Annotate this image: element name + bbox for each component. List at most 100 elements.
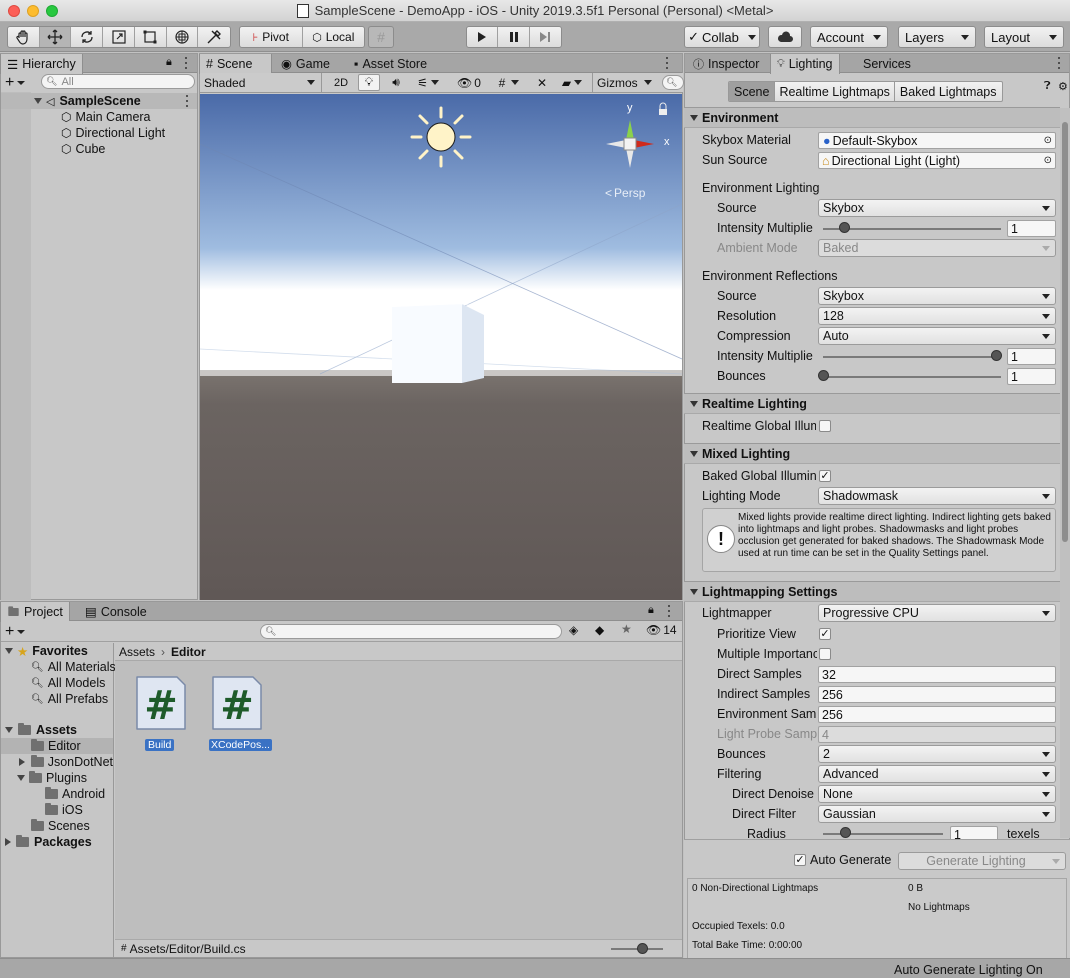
project-search-input[interactable]: 🔍︎ <box>260 624 562 639</box>
favorite-star-icon[interactable]: ★ <box>621 622 632 636</box>
folder-item-ios[interactable]: iOS <box>45 802 83 818</box>
breadcrumb-editor[interactable]: Editor <box>171 645 206 659</box>
custom-tool-icon[interactable] <box>198 27 230 47</box>
multiple-importance-checkbox[interactable] <box>819 648 831 660</box>
refl-bounces-slider[interactable] <box>818 370 829 381</box>
create-dropdown[interactable]: + <box>5 74 26 91</box>
assets-header[interactable]: Assets <box>5 722 77 738</box>
move-icon[interactable] <box>39 27 72 47</box>
environment-section-header[interactable]: Environment <box>684 107 1060 128</box>
expand-icon[interactable] <box>17 775 25 781</box>
refl-intensity-slider[interactable] <box>991 350 1002 361</box>
refl-source-dropdown[interactable]: Skybox <box>818 287 1056 305</box>
hidden-packages-toggle[interactable]: 👁︎ 14 <box>646 623 677 637</box>
play-button[interactable] <box>467 27 499 47</box>
pivot-button[interactable]: ⊦ Pivot <box>240 27 303 47</box>
tab-asset-store[interactable]: ▪ Asset Store <box>348 54 433 73</box>
more-options-icon[interactable] <box>185 57 188 69</box>
object-picker-icon[interactable]: ⊙ <box>1044 155 1052 166</box>
asset-file-build[interactable]: # Build <box>133 673 189 753</box>
radius-input[interactable]: 1 <box>950 826 998 839</box>
tab-hierarchy[interactable]: ☰ Hierarchy <box>0 54 83 74</box>
2d-toggle[interactable]: 2D <box>328 73 354 92</box>
refl-intensity-input[interactable]: 1 <box>1007 348 1056 365</box>
source-dropdown[interactable]: Skybox <box>818 199 1056 217</box>
skybox-field[interactable]: ● Default-Skybox ⊙ <box>818 132 1056 149</box>
expand-icon[interactable] <box>5 727 13 733</box>
filter-label-icon[interactable]: ◆ <box>595 623 604 637</box>
tools-button[interactable]: ✕ <box>532 73 552 92</box>
lightmapping-section-header[interactable]: Lightmapping Settings <box>684 581 1060 602</box>
rect-icon[interactable] <box>135 27 167 47</box>
folder-item-jsondotnet[interactable]: JsonDotNet <box>19 754 113 770</box>
zoom-window-button[interactable] <box>46 5 58 17</box>
icon-size-slider[interactable] <box>637 943 648 954</box>
audio-toggle[interactable]: 🔊︎ <box>384 73 408 92</box>
favorite-item[interactable]: 🔍︎ All Materials <box>31 659 116 675</box>
step-button[interactable] <box>530 27 561 47</box>
breadcrumb-assets[interactable]: Assets <box>119 645 155 659</box>
hidden-objects-toggle[interactable]: 👁︎ 0 <box>454 73 484 92</box>
effects-dropdown[interactable]: ⚟ <box>410 73 446 92</box>
grid-snap-button[interactable]: # <box>368 26 394 48</box>
intensity-input[interactable]: 1 <box>1007 220 1056 237</box>
lock-icon[interactable]: 🔒︎ <box>648 604 654 617</box>
account-dropdown[interactable]: Account <box>810 26 888 48</box>
hand-icon[interactable] <box>8 27 40 47</box>
cloud-button[interactable] <box>768 26 802 48</box>
help-icon[interactable]: ❓︎ <box>1044 80 1051 93</box>
prioritize-checkbox[interactable]: ✓ <box>819 628 831 640</box>
expand-icon[interactable] <box>34 98 42 104</box>
realtime-gi-checkbox[interactable] <box>819 420 831 432</box>
filter-type-icon[interactable]: ◈ <box>569 623 578 637</box>
favorite-item[interactable]: 🔍︎ All Models <box>31 675 105 691</box>
folder-item-editor[interactable]: Editor <box>1 738 113 754</box>
transform-icon[interactable] <box>167 27 199 47</box>
object-picker-icon[interactable]: ⊙ <box>1044 135 1052 146</box>
refl-bounces-input[interactable]: 1 <box>1007 368 1056 385</box>
collab-dropdown[interactable]: ✓ Collab <box>684 26 760 48</box>
hierarchy-item[interactable]: ⬡ Main Camera <box>61 109 151 125</box>
expand-icon[interactable] <box>5 648 13 654</box>
denoiser-dropdown[interactable]: None <box>818 785 1056 803</box>
gear-icon[interactable]: ⚙︎ <box>1058 80 1068 93</box>
folder-item-scenes[interactable]: Scenes <box>31 818 90 834</box>
tab-services[interactable]: Services <box>857 54 917 73</box>
tab-lighting[interactable]: 💡︎ Lighting <box>770 54 840 74</box>
asset-file-xcodepost[interactable]: # XCodePos... <box>209 673 272 753</box>
tab-console[interactable]: ▤ Console <box>79 602 153 621</box>
more-options-icon[interactable] <box>668 605 671 617</box>
folder-item-android[interactable]: Android <box>45 786 105 802</box>
close-window-button[interactable] <box>8 5 20 17</box>
scale-icon[interactable] <box>103 27 135 47</box>
subtab-realtime-lightmaps[interactable]: Realtime Lightmaps <box>775 82 895 101</box>
realtime-section-header[interactable]: Realtime Lighting <box>684 393 1060 414</box>
filtering-dropdown[interactable]: Advanced <box>818 765 1056 783</box>
create-dropdown[interactable]: + <box>5 623 26 641</box>
grid-dropdown[interactable]: # <box>490 73 528 92</box>
layout-dropdown[interactable]: Layout <box>984 26 1064 48</box>
gizmos-dropdown[interactable]: Gizmos <box>592 73 656 92</box>
direct-filter-dropdown[interactable]: Gaussian <box>818 805 1056 823</box>
subtab-baked-lightmaps[interactable]: Baked Lightmaps <box>895 82 1002 101</box>
expand-icon[interactable] <box>19 758 25 766</box>
scene-viewport[interactable]: y x < Persp <box>200 94 682 600</box>
expand-icon[interactable] <box>5 838 11 846</box>
baked-gi-checkbox[interactable]: ✓ <box>819 470 831 482</box>
minimize-window-button[interactable] <box>27 5 39 17</box>
bounces-dropdown[interactable]: 2 <box>818 745 1056 763</box>
favorites-header[interactable]: ★ Favorites <box>5 643 88 659</box>
inspector-scrollbar[interactable] <box>1060 108 1070 838</box>
hierarchy-item[interactable]: ⬡ Directional Light <box>61 125 165 141</box>
lighting-toggle[interactable]: 💡︎ <box>358 74 380 91</box>
scene-menu-icon[interactable] <box>186 95 189 107</box>
sun-source-field[interactable]: ⌂ Directional Light (Light) ⊙ <box>818 152 1056 169</box>
projection-toggle[interactable]: < Persp <box>605 186 645 200</box>
layers-dropdown[interactable]: Layers <box>898 26 976 48</box>
lightmapper-dropdown[interactable]: Progressive CPU <box>818 604 1056 622</box>
pause-button[interactable] <box>498 27 530 47</box>
hierarchy-item[interactable]: ⬡ Cube <box>61 141 105 157</box>
tab-project[interactable]: Project <box>0 602 70 622</box>
radius-slider[interactable] <box>840 827 851 838</box>
intensity-slider[interactable] <box>839 222 850 233</box>
